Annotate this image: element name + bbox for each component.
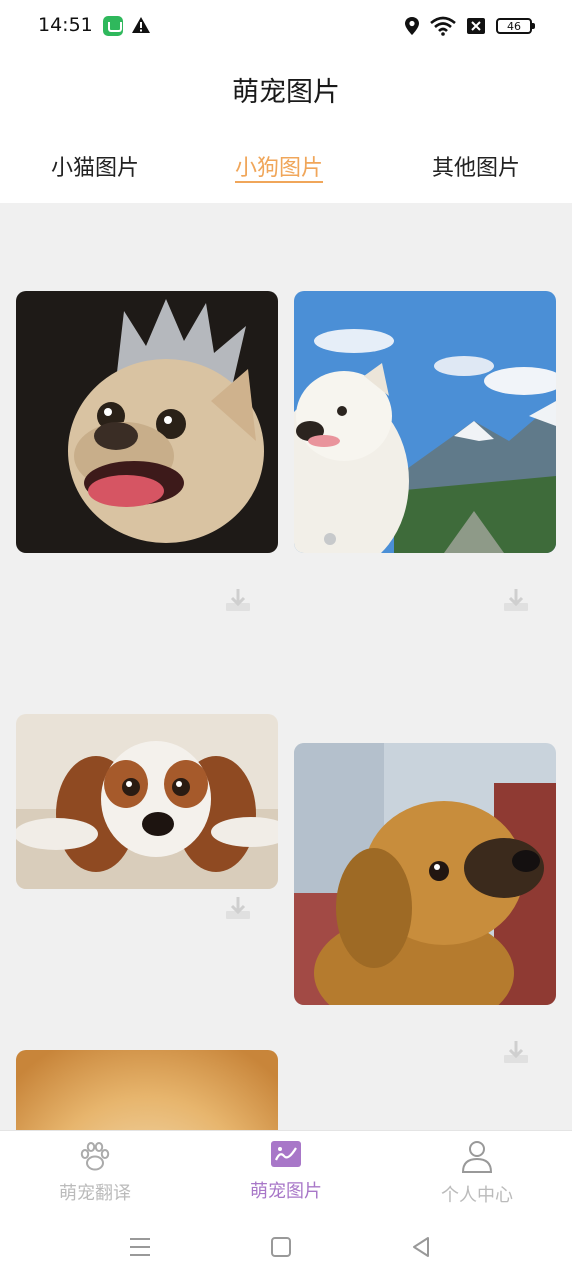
nav-label: 萌宠图片: [250, 1181, 322, 1202]
dog-image-card[interactable]: [294, 291, 556, 553]
battery-icon: 46: [496, 18, 535, 34]
warning-icon: [132, 17, 150, 33]
home-icon[interactable]: [268, 1234, 294, 1260]
nav-item-pictures[interactable]: 萌宠图片: [191, 1131, 381, 1217]
nav-item-profile[interactable]: 个人中心: [382, 1131, 572, 1217]
status-bar: 14:51 46: [0, 0, 572, 52]
dog-image-card[interactable]: [294, 743, 556, 1005]
picture-icon: [271, 1141, 301, 1167]
nav-label: 个人中心: [441, 1185, 513, 1206]
tab-cats[interactable]: 小猫图片: [51, 150, 139, 182]
status-icons: 46: [404, 12, 535, 40]
wifi-icon: [430, 16, 456, 36]
system-navigation-bar: [0, 1216, 572, 1280]
page-title: 萌宠图片: [232, 77, 340, 108]
french-bulldog-image: [16, 291, 278, 553]
person-icon: [461, 1141, 493, 1173]
paw-icon: [80, 1142, 110, 1171]
download-icon[interactable]: [503, 587, 529, 613]
back-icon[interactable]: [408, 1234, 434, 1260]
nav-item-translate[interactable]: 萌宠翻译: [0, 1131, 190, 1217]
dog-image-card[interactable]: [16, 714, 278, 889]
menu-icon[interactable]: [127, 1234, 153, 1260]
samoyed-image: [294, 291, 556, 553]
download-icon[interactable]: [225, 587, 251, 613]
tab-dogs[interactable]: 小狗图片: [235, 150, 323, 182]
category-tabs: 小猫图片 小狗图片 其他图片: [0, 130, 572, 202]
download-icon[interactable]: [503, 1039, 529, 1065]
image-gallery: [0, 203, 572, 1130]
nav-label: 萌宠翻译: [59, 1183, 131, 1204]
location-icon: [405, 17, 419, 35]
golden-puppy-image: [16, 1050, 278, 1130]
no-sim-icon: [467, 18, 485, 34]
bottom-navigation: 萌宠翻译 萌宠图片 个人中心: [0, 1130, 572, 1216]
battery-level: 46: [507, 19, 521, 33]
download-icon[interactable]: [225, 895, 251, 921]
app-notification-icon: [103, 16, 123, 36]
tab-others[interactable]: 其他图片: [432, 150, 520, 182]
dog-image-card[interactable]: [16, 291, 278, 553]
tan-puppy-image: [294, 743, 556, 1005]
spaniel-image: [16, 714, 278, 889]
status-time: 14:51: [38, 14, 93, 36]
dog-image-card[interactable]: [16, 1050, 278, 1130]
